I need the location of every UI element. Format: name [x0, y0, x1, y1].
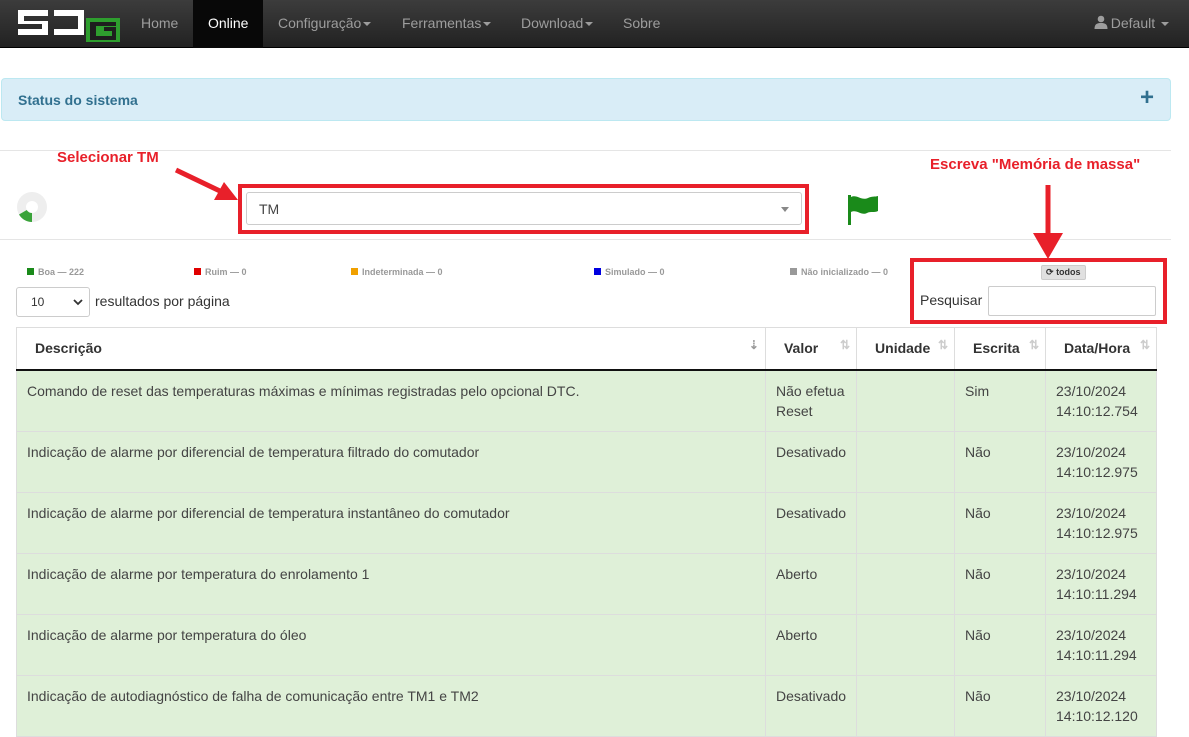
legend-swatch [351, 268, 358, 276]
caret-down-icon [1161, 22, 1169, 27]
annotation-arrow-down-icon [1033, 185, 1063, 259]
cell-data-hora: 23/10/2024 14:10:12.120 [1045, 674, 1157, 737]
cell-escrita: Não [954, 613, 1046, 676]
table-row[interactable]: Indicação de alarme por temperatura do ó… [16, 613, 1157, 676]
top-navbar: Home Online Configuração Ferramentas Dow… [0, 0, 1189, 48]
cell-valor: Aberto [764, 613, 858, 676]
sort-asc-icon: ⇣ [748, 338, 759, 352]
divider [0, 239, 1171, 240]
legend-swatch [790, 268, 797, 276]
cell-escrita: Não [954, 552, 1046, 615]
status-panel[interactable]: Status do sistema + [1, 78, 1171, 121]
nav-download[interactable]: Download [506, 0, 608, 48]
cell-descricao: Indicação de alarme por temperatura do e… [16, 552, 766, 615]
page-length-label: resultados por página [95, 293, 230, 309]
chevron-down-icon [73, 299, 83, 306]
table-row[interactable]: Comando de reset das temperaturas máxima… [16, 369, 1157, 432]
search-input[interactable] [988, 286, 1156, 316]
cell-descricao: Indicação de alarme por diferencial de t… [16, 430, 766, 493]
cell-escrita: Não [954, 491, 1046, 554]
dropdown-arrow-icon [781, 207, 789, 212]
caret-down-icon [363, 22, 372, 27]
caret-down-icon [483, 22, 492, 27]
sort-icon: ⇅ [1139, 338, 1150, 352]
table-header-row: Descrição ⇣ Valor ⇅ Unidade ⇅ Escrita ⇅ Data… [16, 327, 1157, 371]
legend-boa: Boa — 222 [27, 267, 84, 277]
user-menu[interactable]: Default [1094, 0, 1169, 48]
table-row[interactable]: Indicação de alarme por diferencial de t… [16, 430, 1157, 493]
table-row[interactable]: Indicação de alarme por temperatura do e… [16, 552, 1157, 615]
table-row[interactable]: Indicação de autodiagnóstico de falha de… [16, 674, 1157, 737]
sort-icon: ⇅ [1028, 338, 1039, 352]
cell-valor: Não efetua Reset [764, 369, 858, 432]
nav-online[interactable]: Online [193, 0, 264, 48]
annotation-select-tm: Selecionar TM [57, 149, 159, 166]
column-header-escrita[interactable]: Escrita ⇅ [954, 327, 1046, 371]
divider [0, 150, 1171, 151]
legend-indeterminada: Indeterminada — 0 [351, 267, 443, 277]
cell-escrita: Não [954, 674, 1046, 737]
cell-unidade [856, 552, 956, 615]
tm-selector-value: TM [259, 201, 280, 217]
cell-data-hora: 23/10/2024 14:10:12.754 [1045, 369, 1157, 432]
legend-simulado: Simulado — 0 [594, 267, 665, 277]
legend-ruim: Ruim — 0 [194, 267, 247, 277]
cell-data-hora: 23/10/2024 14:10:11.294 [1045, 552, 1157, 615]
cell-unidade [856, 430, 956, 493]
nav-configuracao[interactable]: Configuração [263, 0, 386, 48]
page-length-select[interactable]: 10 [16, 287, 90, 317]
annotation-write-search: Escreva "Memória de massa" [930, 156, 1141, 173]
column-header-unidade[interactable]: Unidade ⇅ [856, 327, 956, 371]
todos-button[interactable]: ⟳ todos [1041, 265, 1086, 280]
cell-descricao: Comando de reset das temperaturas máxima… [16, 369, 766, 432]
cell-descricao: Indicação de alarme por temperatura do ó… [16, 613, 766, 676]
column-header-valor[interactable]: Valor ⇅ [764, 327, 858, 371]
annotation-arrow-right-icon [174, 167, 238, 200]
legend-swatch [594, 268, 601, 276]
panel-title: Status do sistema [18, 92, 138, 108]
refresh-icon: ⟳ [1046, 267, 1054, 277]
cell-descricao: Indicação de autodiagnóstico de falha de… [16, 674, 766, 737]
user-icon [1094, 15, 1108, 29]
sdg-logo[interactable] [16, 6, 126, 44]
table-row[interactable]: Indicação de alarme por diferencial de t… [16, 491, 1157, 554]
nav-ferramentas[interactable]: Ferramentas [387, 0, 506, 48]
sort-icon: ⇅ [839, 338, 851, 352]
nav-sobre[interactable]: Sobre [608, 0, 675, 48]
cell-unidade [856, 491, 956, 554]
search-label: Pesquisar [920, 292, 983, 308]
expand-plus-icon[interactable]: + [1140, 84, 1154, 112]
cell-data-hora: 23/10/2024 14:10:12.975 [1045, 430, 1157, 493]
user-name: Default [1110, 15, 1156, 31]
cell-descricao: Indicação de alarme por diferencial de t… [16, 491, 766, 554]
cell-valor: Desativado [764, 430, 858, 493]
cell-escrita: Não [954, 430, 1046, 493]
sort-icon: ⇅ [937, 338, 949, 352]
legend-nao-inicializado: Não inicializado — 0 [790, 267, 888, 277]
cell-data-hora: 23/10/2024 14:10:11.294 [1045, 613, 1157, 676]
flag-icon [848, 195, 878, 225]
cell-valor: Desativado [764, 674, 858, 737]
cell-escrita: Sim [954, 369, 1046, 432]
cell-valor: Desativado [764, 491, 858, 554]
tm-selector[interactable]: TM [246, 192, 802, 225]
caret-down-icon [585, 22, 594, 27]
nav-home[interactable]: Home [126, 0, 193, 48]
cell-data-hora: 23/10/2024 14:10:12.975 [1045, 491, 1157, 554]
data-table: Descrição ⇣ Valor ⇅ Unidade ⇅ Escrita ⇅ Data… [16, 327, 1157, 737]
cell-valor: Aberto [764, 552, 858, 615]
page-length-value: 10 [31, 295, 45, 309]
cell-unidade [856, 613, 956, 676]
column-header-data-hora[interactable]: Data/Hora ⇅ [1045, 327, 1157, 371]
loading-spinner-icon [17, 192, 47, 222]
legend-swatch [194, 268, 201, 276]
cell-unidade [856, 674, 956, 737]
legend-swatch [27, 268, 34, 276]
cell-unidade [856, 369, 956, 432]
column-header-descricao[interactable]: Descrição ⇣ [16, 327, 766, 371]
